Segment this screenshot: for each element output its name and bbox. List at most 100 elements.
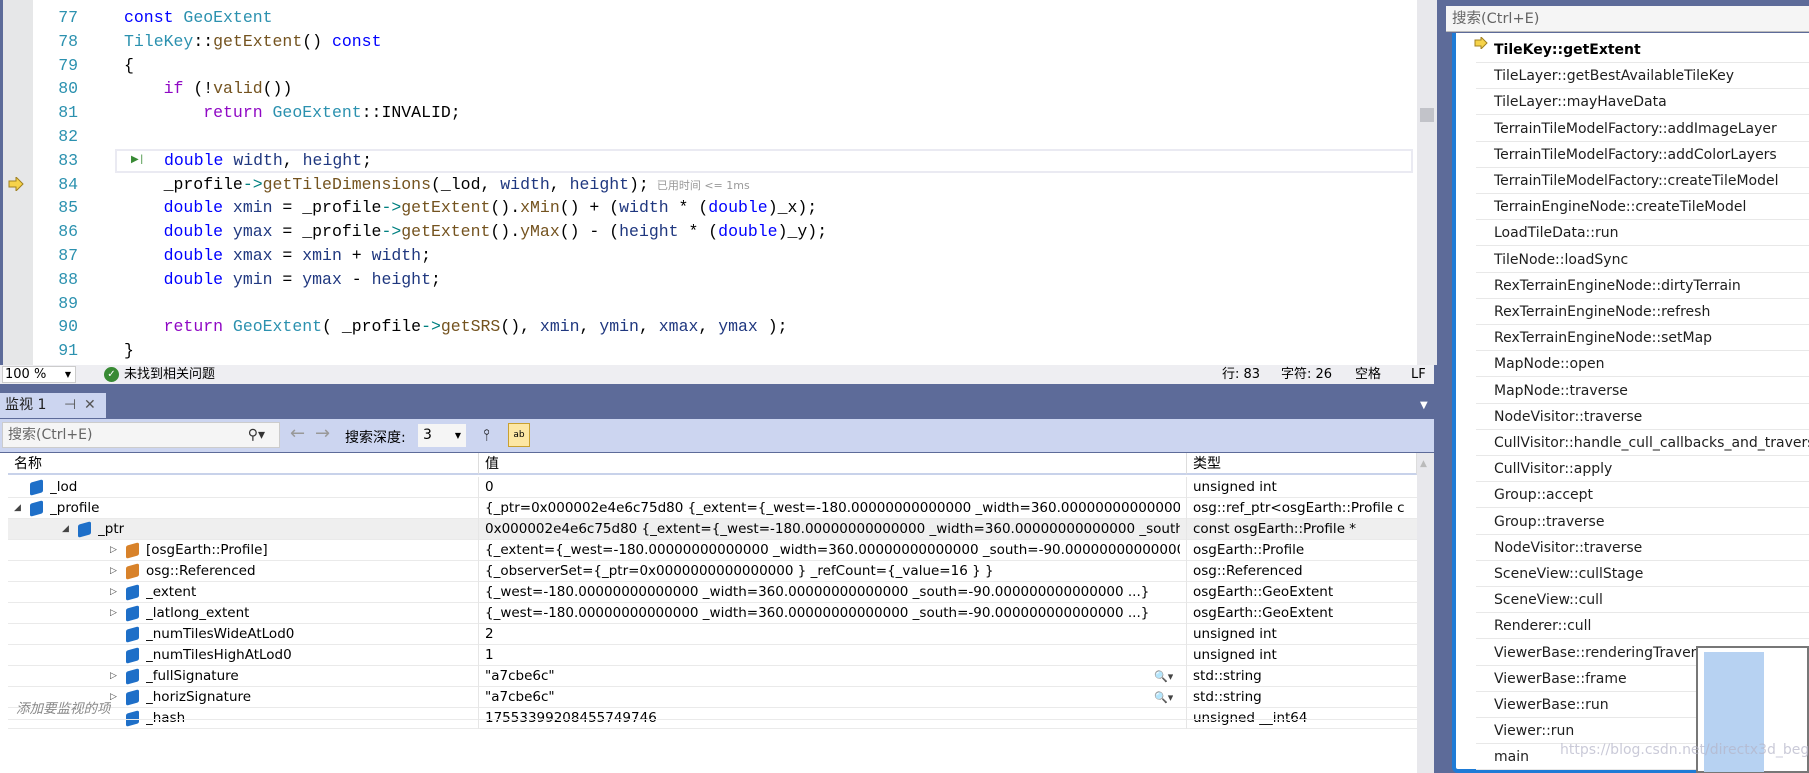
watch-row[interactable]: ◢ _ptr 0x000002e4e6c75d80 {_extent={_west=… (8, 519, 1417, 540)
call-stack-frame[interactable]: TileKey::getExtent (1476, 37, 1809, 63)
code-line[interactable]: 91} (3, 339, 1413, 363)
call-stack-frame[interactable]: TerrainTileModelFactory::createTileModel (1476, 168, 1809, 194)
expanded-arrow-icon[interactable]: ◢ (62, 519, 69, 540)
watch-row[interactable]: ▷ _extent {_west=-180.00000000000000 _widt… (8, 582, 1417, 603)
code-line[interactable]: 80 if (!valid()) (3, 77, 1413, 101)
zoom-dropdown[interactable]: 100 % ▼ (2, 366, 76, 383)
editor-vertical-scrollbar[interactable] (1417, 0, 1437, 365)
watch-value[interactable]: 0 (478, 477, 1180, 498)
watch-value[interactable]: {_ptr=0x000002e4e6c75d80 {_extent={_west… (478, 498, 1180, 519)
perf-tip[interactable]: 已用时间 <= 1ms (657, 179, 750, 192)
hex-display-toggle-icon[interactable]: ab (508, 423, 530, 447)
panel-menu-chevron-icon[interactable]: ▼ (1420, 400, 1428, 411)
call-stack-frame[interactable]: TileLayer::mayHaveData (1476, 89, 1809, 116)
collapsed-arrow-icon[interactable]: ▷ (110, 561, 117, 582)
filter-pin-icon[interactable]: ⫯ (483, 425, 490, 445)
watermark: https://blog.csdn.net/directx3d_beginner (1560, 742, 1809, 758)
char-indicator[interactable]: 字符: 26 (1281, 365, 1332, 384)
watch-value[interactable]: "a7cbe6c" (478, 666, 1180, 687)
line-indicator[interactable]: 行: 83 (1222, 365, 1260, 384)
call-stack-frame[interactable]: RexTerrainEngineNode::setMap (1476, 325, 1809, 352)
collapsed-arrow-icon[interactable]: ▷ (110, 540, 117, 561)
watch-row[interactable]: ▷ osg::Referenced {_observerSet={_ptr=0x00… (8, 561, 1417, 582)
call-stack-frame[interactable]: TileNode::loadSync (1476, 247, 1809, 273)
collapsed-arrow-icon[interactable]: ▷ (110, 603, 117, 624)
tab-watch-1[interactable]: 监视 1 ⊣ ✕ (0, 393, 106, 418)
code-token: xmin (302, 246, 342, 265)
watch-search-input[interactable]: 搜索(Ctrl+E) ⚲▾ (2, 422, 280, 448)
call-stack-frame[interactable]: NodeVisitor::traverse (1476, 404, 1809, 430)
watch-value[interactable]: 1 (478, 645, 1180, 666)
call-stack-frame[interactable]: NodeVisitor::traverse (1476, 535, 1809, 561)
call-stack-frame[interactable]: CullVisitor::handle_cull_callbacks_and_t… (1476, 430, 1809, 456)
collapsed-arrow-icon[interactable]: ▷ (110, 582, 117, 603)
search-depth-dropdown[interactable]: 3 ▼ (418, 424, 466, 447)
watch-row[interactable]: _numTilesHighAtLod0 1 unsigned int (8, 645, 1417, 666)
code-line[interactable]: 86 double ymax = _profile->getExtent().y… (3, 220, 1413, 244)
call-stack-frame[interactable]: TerrainTileModelFactory::addImageLayer (1476, 116, 1809, 142)
watch-row[interactable]: _lod 0 unsigned int (8, 477, 1417, 498)
call-stack-frame[interactable]: SceneView::cullStage (1476, 561, 1809, 587)
code-token: ( _profile (322, 317, 422, 337)
code-line[interactable]: 87 double xmax = xmin + width; (3, 244, 1413, 268)
column-header-value[interactable]: 值 (479, 453, 1187, 475)
code-line[interactable]: 84 _profile->getTileDimensions(_lod, wid… (3, 173, 1413, 197)
watch-value[interactable]: {_west=-180.00000000000000 _width=360.00… (478, 582, 1180, 603)
code-editor[interactable]: 77 const GeoExtent 78 TileKey::getExtent() … (0, 0, 1437, 365)
call-stack-frame[interactable]: MapNode::open (1476, 351, 1809, 378)
watch-row[interactable]: ▷ [osgEarth::Profile] {_extent={_west=-180… (8, 540, 1417, 561)
call-stack-frame[interactable]: RexTerrainEngineNode::refresh (1476, 299, 1809, 325)
call-stack-frame[interactable]: SceneView::cull (1476, 587, 1809, 614)
call-stack-frame[interactable]: TerrainTileModelFactory::addColorLayers (1476, 142, 1809, 168)
column-header-name[interactable]: 名称 (8, 453, 479, 475)
run-to-click-icon[interactable]: ▶| (131, 149, 145, 173)
watch-vertical-scrollbar[interactable]: ▲ (1417, 453, 1434, 773)
close-icon[interactable]: ✕ (84, 393, 96, 418)
back-arrow-icon[interactable]: ← (290, 423, 305, 444)
code-line[interactable]: 89 (3, 292, 1413, 316)
collapsed-arrow-icon[interactable]: ▷ (110, 666, 117, 687)
call-stack-frame[interactable]: Group::traverse (1476, 509, 1809, 535)
expanded-arrow-icon[interactable]: ◢ (14, 498, 21, 519)
call-stack-frame[interactable]: CullVisitor::apply (1476, 456, 1809, 483)
watch-row[interactable]: ◢ _profile {_ptr=0x000002e4e6c75d80 {_exte… (8, 498, 1417, 519)
code-line[interactable]: 90 return GeoExtent( _profile->getSRS(),… (3, 315, 1413, 339)
scroll-thumb[interactable] (1420, 108, 1434, 122)
watch-value[interactable]: 2 (478, 624, 1180, 645)
issues-status[interactable]: 未找到相关问题 (124, 365, 215, 384)
watch-value[interactable]: {_extent={_west=-180.00000000000000 _wid… (478, 540, 1180, 561)
watch-row[interactable]: ▷ _fullSignature "a7cbe6c" 🔍▾ std::string (8, 666, 1417, 687)
watch-row[interactable]: ▷ _latlong_extent {_west=-180.000000000000… (8, 603, 1417, 624)
code-line[interactable]: 85 double xmin = _profile->getExtent().x… (3, 196, 1413, 220)
code-line[interactable]: 78 TileKey::getExtent() const (3, 30, 1413, 54)
search-icon[interactable]: ⚲▾ (248, 423, 265, 447)
watch-value[interactable]: {_west=-180.00000000000000 _width=360.00… (478, 603, 1180, 624)
call-stack-frame[interactable]: Group::accept (1476, 482, 1809, 509)
watch-row[interactable]: _numTilesWideAtLod0 2 unsigned int (8, 624, 1417, 645)
code-line[interactable]: ▶| 83 double width, height; (3, 148, 1413, 173)
call-stack-frame[interactable]: TileLayer::getBestAvailableTileKey (1476, 63, 1809, 90)
chevron-down-icon: ▼ (64, 370, 71, 379)
code-line[interactable]: 88 double ymin = ymax - height; (3, 268, 1413, 292)
call-stack-frame[interactable]: RexTerrainEngineNode::dirtyTerrain (1476, 273, 1809, 299)
call-stack-frame[interactable]: LoadTileData::run (1476, 220, 1809, 247)
add-watch-row[interactable]: 添加要监视的项 (8, 699, 1417, 720)
spacing-indicator[interactable]: 空格 (1355, 365, 1381, 384)
eol-indicator[interactable]: LF (1411, 365, 1426, 384)
code-line[interactable]: 79 { (3, 54, 1413, 78)
code-line[interactable]: 82 (3, 125, 1413, 149)
call-stack-frame[interactable]: MapNode::traverse (1476, 378, 1809, 404)
code-line[interactable]: 77 const GeoExtent (3, 6, 1413, 30)
call-stack-frame[interactable]: TerrainEngineNode::createTileModel (1476, 194, 1809, 221)
call-stack-frame[interactable]: Renderer::cull (1476, 613, 1809, 640)
scroll-up-icon[interactable]: ▲ (1420, 459, 1427, 469)
code-line[interactable]: 81 return GeoExtent::INVALID; (3, 101, 1413, 125)
private-field-icon (126, 668, 139, 685)
forward-arrow-icon[interactable]: → (315, 423, 330, 444)
column-header-type[interactable]: 类型 (1187, 453, 1417, 475)
callstack-search-input[interactable]: 搜索(Ctrl+E) (1446, 6, 1809, 32)
text-visualizer-icon[interactable]: 🔍▾ (1154, 666, 1173, 687)
watch-value[interactable]: 0x000002e4e6c75d80 {_extent={_west=-180.… (478, 519, 1180, 540)
watch-value[interactable]: {_observerSet={_ptr=0x0000000000000000 }… (478, 561, 1180, 582)
pin-icon[interactable]: ⊣ (64, 393, 76, 418)
